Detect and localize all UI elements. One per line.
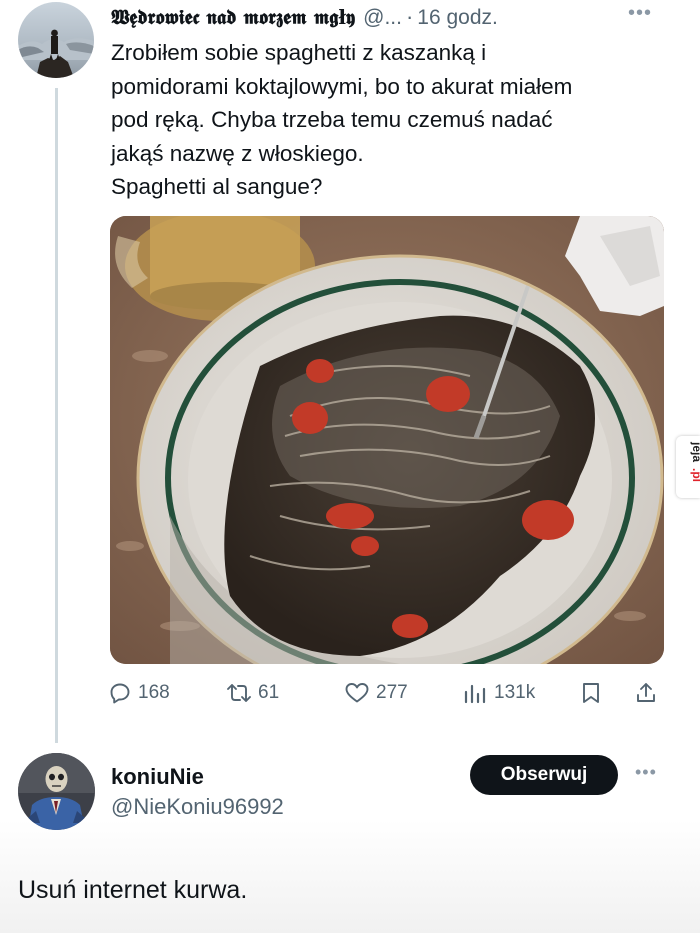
spaghetti-plate-image bbox=[110, 216, 664, 664]
tweet-text: Zrobiłem sobie spaghetti z kaszanką i po… bbox=[111, 36, 681, 204]
reply-author-avatar[interactable] bbox=[18, 753, 95, 830]
reply-icon bbox=[110, 683, 130, 704]
author-avatar[interactable] bbox=[18, 2, 94, 78]
repost-count: 61 bbox=[258, 682, 280, 703]
separator-dot: · bbox=[405, 4, 414, 29]
skeleton-businessman-icon bbox=[18, 753, 95, 830]
wanderer-painting-icon bbox=[18, 2, 94, 78]
tweet-time[interactable]: 16 godz. bbox=[417, 6, 498, 30]
like-icon bbox=[345, 683, 369, 703]
like-count: 277 bbox=[376, 682, 408, 703]
views-icon bbox=[464, 684, 486, 704]
tweet-action-bar: 168 61 277 131k bbox=[108, 678, 663, 710]
like-button[interactable]: 277 bbox=[344, 678, 408, 708]
watermark-logo: jeja .pl bbox=[676, 436, 700, 498]
repost-icon bbox=[227, 684, 251, 702]
author-name[interactable]: 𝖂𝖊̨𝖉𝖗𝖔𝖜𝖎𝖊𝖈 𝖓𝖆𝖉 𝖒𝖔𝖗𝖟𝖊𝖒 𝖒𝖌ł𝖞 bbox=[111, 5, 355, 29]
jeja-logo-icon: jeja .pl bbox=[690, 441, 700, 482]
tweet-text-line: jakąś nazwę z włoskiego. bbox=[111, 140, 364, 166]
share-icon bbox=[637, 683, 655, 702]
repost-button[interactable]: 61 bbox=[226, 678, 279, 708]
reply-author-name[interactable]: koniuNie bbox=[111, 764, 204, 790]
more-options-icon[interactable]: ••• bbox=[628, 2, 652, 25]
follow-button[interactable]: Obserwuj bbox=[470, 755, 618, 795]
author-handle[interactable]: @... bbox=[363, 6, 402, 30]
bookmark-icon bbox=[583, 683, 599, 703]
views-button[interactable]: 131k bbox=[462, 678, 535, 708]
reply-author-handle[interactable]: @NieKoniu96992 bbox=[111, 794, 284, 820]
tweet-text-line: Zrobiłem sobie spaghetti z kaszanką i bbox=[111, 40, 487, 65]
tweet-text-line: pomidorami koktajlowymi, bo to akurat mi… bbox=[111, 73, 573, 99]
more-options-icon[interactable]: ••• bbox=[635, 762, 657, 783]
bookmark-button[interactable] bbox=[580, 678, 602, 708]
reply-count: 168 bbox=[138, 682, 170, 703]
tweet-photo[interactable] bbox=[110, 216, 664, 664]
tweet-header: 𝖂𝖊̨𝖉𝖗𝖔𝖜𝖎𝖊𝖈 𝖓𝖆𝖉 𝖒𝖔𝖗𝖟𝖊𝖒 𝖒𝖌ł𝖞 @... · 16 god… bbox=[111, 4, 640, 34]
svg-text:.pl: .pl bbox=[690, 468, 700, 482]
views-count: 131k bbox=[494, 682, 536, 703]
thread-connector-line bbox=[55, 88, 58, 743]
svg-text:jeja: jeja bbox=[690, 441, 700, 462]
tweet-text-line: pod ręką. Chyba trzeba temu czemuś nadać bbox=[111, 107, 553, 132]
reply-button[interactable]: 168 bbox=[108, 678, 170, 708]
reply-text: Usuń internet kurwa. bbox=[18, 876, 248, 904]
tweet-text-line: Spaghetti al sangue? bbox=[111, 174, 323, 199]
share-button[interactable] bbox=[634, 678, 658, 708]
